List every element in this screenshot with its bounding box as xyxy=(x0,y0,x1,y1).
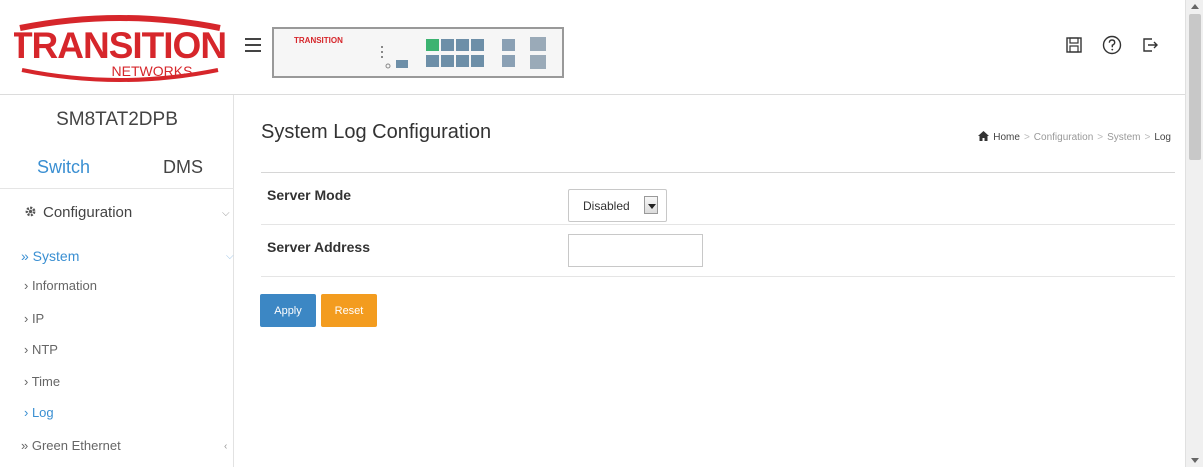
sidebar-item-label: › Information xyxy=(24,278,97,293)
chevron-down-icon: ⌵ xyxy=(226,251,234,262)
sidebar-item-log[interactable]: › Log xyxy=(0,405,234,425)
server-address-row: Server Address xyxy=(261,225,1175,277)
breadcrumb-separator: > xyxy=(1097,132,1104,143)
server-mode-label: Server Mode xyxy=(267,187,352,203)
server-mode-row: Server Mode Disabled xyxy=(261,173,1175,225)
save-icon[interactable] xyxy=(1063,34,1085,56)
scroll-up-arrow-icon[interactable] xyxy=(1191,4,1199,9)
sidebar-item-ntp[interactable]: › NTP xyxy=(0,342,234,362)
sidebar: SM8TAT2DPB Switch DMS Configuration ⌵ » … xyxy=(0,95,234,467)
sidebar-item-label: » Green Ethernet xyxy=(21,438,121,453)
header-actions xyxy=(1063,34,1161,56)
tab-switch[interactable]: Switch xyxy=(37,157,90,178)
server-mode-select[interactable]: Disabled xyxy=(568,189,667,222)
home-icon xyxy=(978,131,990,144)
menu-toggle-icon[interactable] xyxy=(245,38,261,52)
breadcrumb-separator: > xyxy=(1023,132,1030,143)
sidebar-item-label: Configuration xyxy=(43,204,133,221)
device-panel-logo: TRANSITION xyxy=(294,36,343,45)
breadcrumb-configuration[interactable]: Configuration xyxy=(1034,132,1093,143)
chevron-down-icon: ⌵ xyxy=(222,208,230,219)
chevron-left-icon: ‹ xyxy=(224,441,228,452)
sidebar-item-label: › IP xyxy=(24,311,45,326)
logout-icon[interactable] xyxy=(1139,34,1161,56)
device-panel-graphic: TRANSITION xyxy=(274,29,562,76)
logo-graphic: TRANSITION NETWORKS xyxy=(10,15,227,82)
sidebar-item-configuration[interactable]: Configuration ⌵ xyxy=(0,203,234,227)
sidebar-item-label: › Log xyxy=(24,405,54,420)
sidebar-item-information[interactable]: › Information xyxy=(0,278,234,298)
syslog-form: Server Mode Disabled Server Address xyxy=(261,172,1175,277)
main-content: System Log Configuration Home > Configur… xyxy=(235,95,1185,467)
sidebar-item-label: › Time xyxy=(24,374,61,389)
dropdown-arrow-icon xyxy=(644,196,658,214)
breadcrumb: Home > Configuration > System > Log xyxy=(978,131,1171,144)
scrollbar-thumb[interactable] xyxy=(1189,14,1201,160)
sidebar-item-ip[interactable]: › IP xyxy=(0,311,234,331)
apply-button[interactable]: Apply xyxy=(260,294,316,327)
transition-networks-logo[interactable]: TRANSITION NETWORKS xyxy=(10,14,227,86)
sidebar-item-green-ethernet[interactable]: » Green Ethernet ‹ xyxy=(0,438,234,458)
server-mode-value: Disabled xyxy=(583,199,630,213)
breadcrumb-system[interactable]: System xyxy=(1107,132,1140,143)
sidebar-item-label: » System xyxy=(21,248,80,264)
gear-icon xyxy=(24,205,37,222)
logo-subtext: NETWORKS xyxy=(112,63,193,79)
help-icon[interactable] xyxy=(1101,34,1123,56)
sidebar-item-time[interactable]: › Time xyxy=(0,374,234,394)
tab-dms[interactable]: DMS xyxy=(163,157,203,178)
reset-button[interactable]: Reset xyxy=(321,294,377,327)
logo-wordmark: TRANSITION xyxy=(14,25,226,66)
breadcrumb-home[interactable]: Home xyxy=(993,132,1020,143)
device-front-panel[interactable]: TRANSITION xyxy=(272,27,564,78)
page-scrollbar[interactable] xyxy=(1185,0,1203,467)
breadcrumb-separator: > xyxy=(1144,132,1151,143)
device-name: SM8TAT2DPB xyxy=(56,109,178,130)
scroll-down-arrow-icon[interactable] xyxy=(1191,458,1199,463)
breadcrumb-log: Log xyxy=(1154,132,1171,143)
server-address-label: Server Address xyxy=(267,239,370,255)
server-address-input[interactable] xyxy=(568,234,703,267)
sidebar-item-label: › NTP xyxy=(24,342,58,357)
page-title: System Log Configuration xyxy=(261,121,492,143)
top-header: TRANSITION NETWORKS TRANSITION xyxy=(0,0,1185,95)
form-actions: Apply Reset xyxy=(260,294,377,327)
sidebar-item-system[interactable]: » System ⌵ xyxy=(0,247,234,267)
sidebar-tabs: Switch DMS xyxy=(0,155,234,189)
